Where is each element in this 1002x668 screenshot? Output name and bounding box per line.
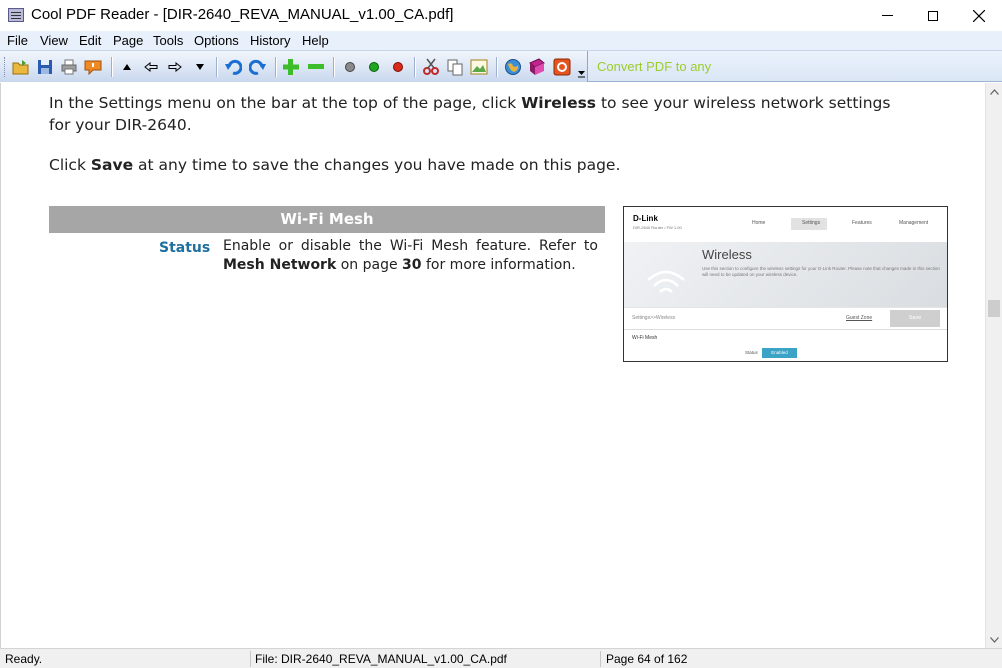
toolbar-overflow-icon[interactable] [578,68,587,80]
screenshot-nav-settings: Settings [802,220,821,226]
field-description: Enable or disable the Wi-Fi Mesh feature… [223,237,598,275]
maximize-button[interactable] [910,0,956,31]
wifi-icon [647,270,685,293]
paragraph: Click Save at any time to save the chang… [49,154,909,176]
redo-icon[interactable] [248,57,268,77]
screenshot-nav: Home Settings Features Management [744,220,944,232]
menu-file[interactable]: File [7,33,28,48]
maximize-icon [928,10,938,21]
menu-history[interactable]: History [250,33,290,48]
toolbar [0,51,1002,82]
screenshot-guest-zone: Guest Zone [846,315,873,321]
toolbar-separator [414,57,415,77]
zoom-out-icon[interactable] [306,57,326,77]
screenshot-toolbar: Settings>>Wireless Guest Zone Save [624,307,947,328]
menu-tools[interactable]: Tools [153,33,183,48]
toolbar-separator [333,57,334,77]
document-view[interactable]: In the Settings menu on the bar at the t… [0,83,985,648]
toolbar-separator [111,57,112,77]
text-bold: Save [90,156,134,174]
toolbar-grip [4,57,7,77]
dlink-logo: D-Link [633,214,658,223]
section-header: Wi-Fi Mesh [49,206,605,233]
minimize-button[interactable] [864,0,910,31]
app-window: Cool PDF Reader - [DIR-2640_REVA_MANUAL_… [0,0,1002,668]
vertical-scrollbar[interactable] [985,83,1002,648]
screenshot-status-toggle: Enabled [762,348,797,358]
menu-page[interactable]: Page [113,33,143,48]
text-bold: 30 [402,257,422,273]
text-run: In the Settings menu on the bar at the t… [49,94,522,112]
paragraph: In the Settings menu on the bar at the t… [49,92,909,136]
status-text: Ready. [5,652,43,666]
menu-options[interactable]: Options [194,33,239,48]
comment-icon[interactable] [83,57,103,77]
field-label: Status [159,240,211,256]
gray-dot-icon[interactable] [340,57,360,77]
zoom-in-icon[interactable] [281,57,301,77]
menu-view[interactable]: View [40,33,68,48]
page-up-icon[interactable] [117,57,137,77]
print-icon[interactable] [59,57,79,77]
text-bold: Wireless [521,94,597,112]
copy-icon[interactable] [445,57,465,77]
text-run: on page [336,257,403,273]
app-icon [8,8,24,22]
close-icon [973,9,985,22]
cut-icon[interactable] [421,57,441,77]
status-page: Page 64 of 162 [606,652,688,666]
pdf-convert-icon[interactable] [552,57,572,77]
text-run: Click [49,156,91,174]
image-icon[interactable] [469,57,489,77]
embedded-screenshot: D-Link DIR-2640 Router / FW 1.00 Home Se… [623,206,948,362]
screenshot-nav-features: Features [852,220,872,226]
toolbar-strip [0,51,588,82]
title-bar: Cool PDF Reader - [DIR-2640_REVA_MANUAL_… [0,0,1002,31]
scrollbar-thumb[interactable] [988,300,1000,317]
window-title: Cool PDF Reader - [DIR-2640_REVA_MANUAL_… [31,6,454,23]
back-icon[interactable] [141,57,161,77]
minimize-icon [881,15,893,16]
status-divider [600,651,601,667]
toolbar-separator [275,57,276,77]
screenshot-nav-home: Home [752,220,766,226]
screenshot-status-label: Status [745,350,758,355]
screenshot-save-button: Save [890,310,940,327]
text-run: at any time to save the changes you have… [133,156,621,174]
text-run: for more information. [421,257,576,273]
status-divider [250,651,251,667]
text-bold: Mesh Network [223,257,337,273]
text-run: Enable or disable the Wi-Fi Mesh feature… [223,238,598,254]
screenshot-subtitle: DIR-2640 Router / FW 1.00 [633,225,682,230]
screenshot-heading: Wireless [702,247,752,262]
screenshot-nav-management: Management [899,220,929,226]
toolbar-separator [496,57,497,77]
red-dot-icon[interactable] [388,57,408,77]
globe-icon[interactable] [503,57,523,77]
save-icon[interactable] [35,57,55,77]
status-bar: Ready. File: DIR-2640_REVA_MANUAL_v1.00_… [0,648,1002,668]
open-folder-icon[interactable] [11,57,31,77]
convert-pdf-link[interactable]: Convert PDF to any [597,59,711,74]
menu-edit[interactable]: Edit [79,33,101,48]
page-down-icon[interactable] [190,57,210,77]
menu-help[interactable]: Help [302,33,329,48]
forward-icon[interactable] [165,57,185,77]
screenshot-breadcrumb: Settings>>Wireless [632,315,676,321]
screenshot-mesh-label: Wi-Fi Mesh [632,335,658,341]
scroll-up-icon[interactable] [986,83,1002,100]
close-button[interactable] [956,0,1002,31]
toolbar-separator [216,57,217,77]
scroll-down-icon[interactable] [986,631,1002,648]
undo-icon[interactable] [223,57,243,77]
screenshot-mesh-row: Wi-Fi Mesh Status Enabled [624,329,947,361]
book-icon[interactable] [527,57,547,77]
menu-bar: File View Edit Page Tools Options Histor… [0,31,1002,51]
screenshot-description: Use this section to configure the wirele… [702,266,940,277]
status-file: File: DIR-2640_REVA_MANUAL_v1.00_CA.pdf [255,652,507,666]
green-dot-icon[interactable] [364,57,384,77]
